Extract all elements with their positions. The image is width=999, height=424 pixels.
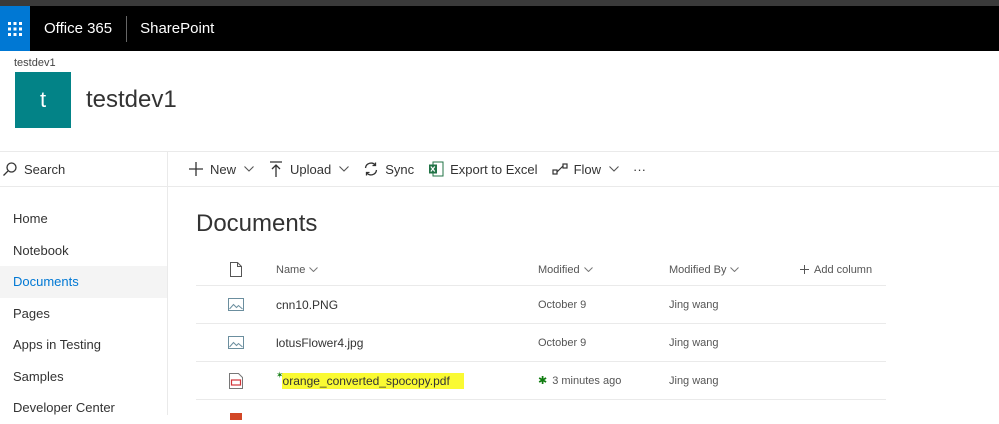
table-row-partial[interactable] bbox=[196, 400, 886, 420]
name-column-header[interactable]: Name bbox=[276, 264, 538, 276]
new-button[interactable]: New bbox=[188, 161, 254, 177]
chevron-down-icon bbox=[609, 166, 619, 172]
excel-icon bbox=[428, 161, 444, 177]
file-name-link[interactable]: lotusFlower4.jpg bbox=[276, 336, 363, 350]
export-to-excel-button[interactable]: Export to Excel bbox=[428, 161, 538, 177]
suite-bar: Office 365 SharePoint bbox=[0, 6, 999, 51]
modified-by-user[interactable]: Jing wang bbox=[669, 375, 719, 387]
breadcrumb[interactable]: testdev1 bbox=[14, 57, 56, 69]
new-label: New bbox=[210, 161, 237, 177]
flow-icon bbox=[551, 161, 568, 177]
table-row[interactable]: lotusFlower4.jpg October 9 Jing wang bbox=[196, 324, 886, 362]
plus-icon bbox=[800, 265, 809, 274]
sync-icon bbox=[363, 161, 379, 177]
suite-divider bbox=[126, 15, 128, 42]
image-file-icon bbox=[228, 298, 244, 311]
image-file-icon bbox=[228, 336, 244, 349]
list-header: Name Modified Modified By Add column bbox=[196, 254, 886, 286]
left-navigation: Search Home Notebook Documents Pages App… bbox=[0, 151, 168, 415]
export-label: Export to Excel bbox=[450, 161, 538, 177]
add-column-label: Add column bbox=[814, 263, 873, 276]
modified-column-label: Modified bbox=[538, 263, 580, 276]
nav-item-apps-in-testing[interactable]: Apps in Testing bbox=[0, 329, 167, 361]
office365-link[interactable]: Office 365 bbox=[44, 20, 112, 37]
nav-item-pages[interactable]: Pages bbox=[0, 298, 167, 330]
file-type-column-header[interactable] bbox=[196, 262, 276, 277]
modified-column-header[interactable]: Modified bbox=[538, 264, 669, 276]
nav-item-samples[interactable]: Samples bbox=[0, 361, 167, 393]
upload-label: Upload bbox=[290, 161, 332, 177]
modified-by-column-header[interactable]: Modified By bbox=[669, 264, 800, 276]
flow-button[interactable]: Flow bbox=[551, 161, 619, 177]
search-label: Search bbox=[24, 161, 66, 177]
search-icon bbox=[3, 162, 17, 176]
modified-date: October 9 bbox=[538, 336, 587, 349]
file-name-link[interactable]: orange_converted_spocopy.pdf bbox=[281, 372, 464, 389]
nav-item-home[interactable]: Home bbox=[0, 203, 167, 235]
plus-icon bbox=[188, 161, 204, 177]
document-list: Name Modified Modified By Add column cnn… bbox=[196, 254, 886, 420]
file-name-link[interactable]: cnn10.PNG bbox=[276, 298, 338, 312]
sync-button[interactable]: Sync bbox=[363, 161, 414, 177]
modified-date: October 9 bbox=[538, 298, 587, 311]
pdf-file-icon bbox=[229, 372, 243, 389]
new-marker-icon: ✱ bbox=[538, 375, 548, 387]
chevron-down-icon bbox=[309, 267, 319, 272]
command-bar: New Upload Sync Export to Excel Flow ··· bbox=[168, 151, 999, 187]
search-box[interactable]: Search bbox=[0, 151, 167, 187]
nav-item-developer-center[interactable]: Developer Center bbox=[0, 392, 167, 424]
waffle-icon bbox=[8, 21, 22, 36]
chevron-down-icon bbox=[583, 267, 593, 272]
more-button[interactable]: ··· bbox=[633, 162, 646, 177]
library-title: Documents bbox=[196, 210, 318, 237]
modified-by-user[interactable]: Jing wang bbox=[669, 299, 719, 311]
upload-button[interactable]: Upload bbox=[268, 161, 350, 177]
table-row[interactable]: ✶ orange_converted_spocopy.pdf ✱ 3 minut… bbox=[196, 362, 886, 400]
new-file-sparkle-icon: ✶ bbox=[276, 370, 284, 380]
flow-label: Flow bbox=[573, 161, 602, 177]
upload-icon bbox=[268, 161, 284, 177]
chevron-down-icon bbox=[244, 166, 254, 172]
modified-by-column-label: Modified By bbox=[669, 263, 727, 276]
chevron-down-icon bbox=[339, 166, 350, 172]
nav-item-documents[interactable]: Documents bbox=[0, 266, 167, 298]
modified-by-user[interactable]: Jing wang bbox=[669, 337, 719, 349]
modified-date: 3 minutes ago bbox=[552, 374, 622, 387]
site-logo[interactable]: t bbox=[15, 72, 71, 128]
name-column-label: Name bbox=[276, 263, 306, 276]
more-icon: ··· bbox=[633, 161, 647, 177]
document-icon bbox=[230, 262, 242, 277]
sharepoint-link[interactable]: SharePoint bbox=[140, 20, 214, 37]
nav-list: Home Notebook Documents Pages Apps in Te… bbox=[0, 203, 167, 424]
chevron-down-icon bbox=[730, 267, 740, 272]
table-row[interactable]: cnn10.PNG October 9 Jing wang bbox=[196, 286, 886, 324]
add-column-button[interactable]: Add column bbox=[800, 264, 872, 276]
ppt-file-icon bbox=[230, 413, 242, 420]
app-launcher-button[interactable] bbox=[0, 6, 30, 51]
sync-label: Sync bbox=[385, 161, 415, 177]
nav-item-notebook[interactable]: Notebook bbox=[0, 235, 167, 267]
site-title[interactable]: testdev1 bbox=[86, 86, 177, 114]
